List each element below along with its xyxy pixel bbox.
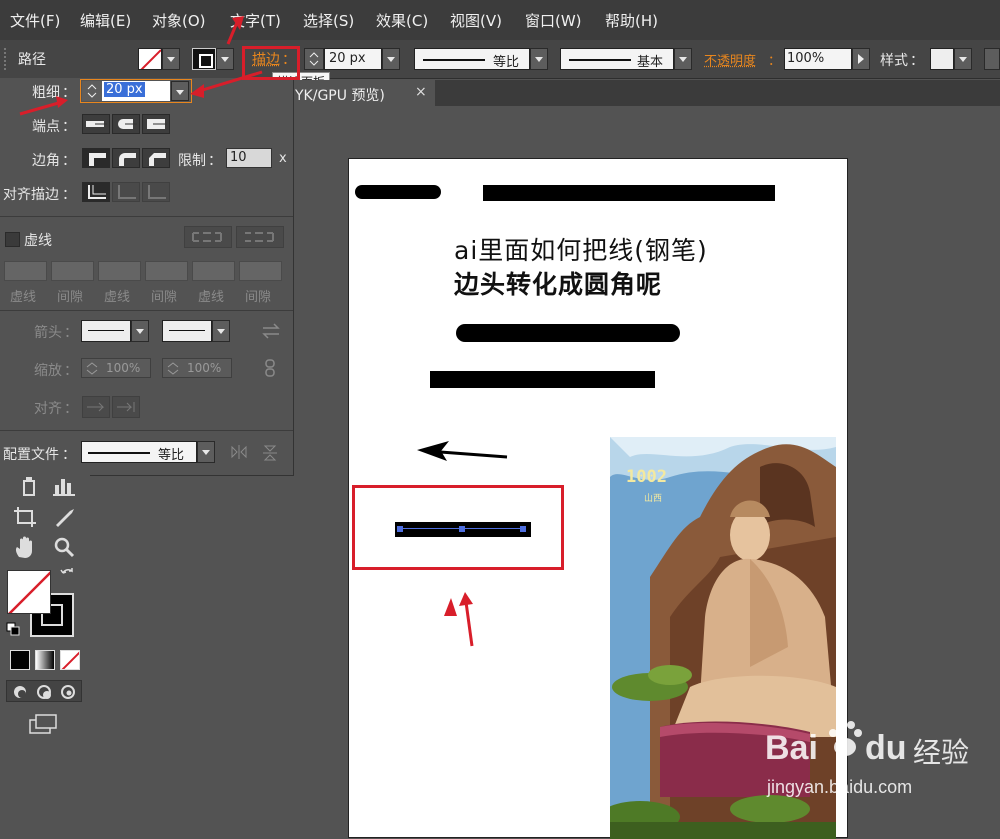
baidu-watermark: Bai du 经验 jingyan.baidu.com [755, 715, 1000, 815]
arrowhead [190, 84, 204, 98]
watermark-brand-2: du [865, 729, 907, 767]
watermark-cn: 经验 [913, 736, 970, 769]
arrow-up-to-box [464, 601, 474, 647]
arrow-to-weight-field [195, 70, 263, 94]
annotation-arrows [19, 16, 474, 647]
arrowhead-up-1 [444, 598, 457, 616]
arrowhead [56, 96, 68, 108]
arrowhead-up-2 [459, 592, 473, 606]
watermark-url: jingyan.baidu.com [767, 777, 913, 797]
watermark-brand: Bai [765, 729, 818, 767]
arrow-to-weight-label [19, 100, 63, 116]
paw-logo-icon [829, 721, 862, 756]
